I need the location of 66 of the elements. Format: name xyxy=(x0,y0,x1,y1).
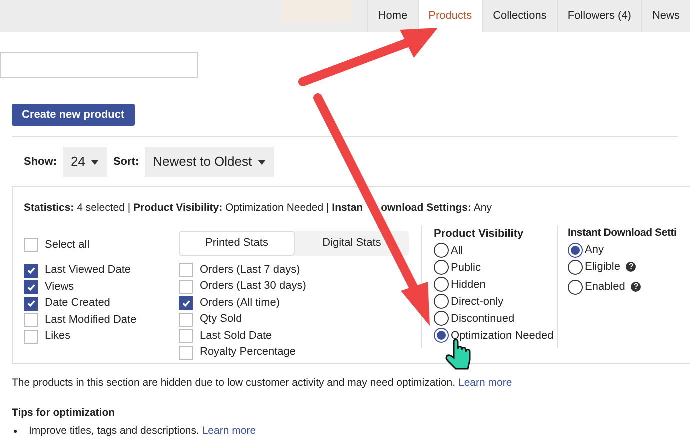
radio-label: Public xyxy=(451,260,481,276)
checkbox-label: Date Created xyxy=(45,296,110,312)
radio-button[interactable] xyxy=(434,243,449,258)
radio-label: Hidden xyxy=(451,278,486,292)
visibility-heading: Product Visibility xyxy=(434,226,525,242)
checkbox-label: Orders (All time) xyxy=(200,296,280,311)
bullet-icon xyxy=(14,430,17,433)
checkbox[interactable] xyxy=(179,329,193,343)
checkbox-label: Likes xyxy=(45,329,71,344)
checkbox-label: Orders (Last 7 days) xyxy=(200,262,300,278)
radio-label: Any xyxy=(585,242,604,258)
checkbox-label: Last Sold Date xyxy=(200,328,272,344)
checkbox-label: Select all xyxy=(45,238,90,253)
checkbox[interactable] xyxy=(24,296,38,310)
filter-summary: Statistics: 4 selected | Product Visibility: Optimization Needed | Instan xyxy=(24,201,364,216)
notice-text: The products in this section are hidden due to low customer activity and may need optimization. Learn more xyxy=(12,376,514,391)
sort-dropdown[interactable]: Newest to Oldest xyxy=(145,147,274,177)
radio-button[interactable] xyxy=(434,294,449,310)
checkbox-label: Qty Sold xyxy=(200,312,242,328)
radio-label: Discontinued xyxy=(451,312,515,326)
tips-heading: Tips for optimization xyxy=(12,406,116,421)
learn-more-link[interactable]: Learn more xyxy=(458,377,512,389)
search-field[interactable] xyxy=(0,52,198,78)
checkbox-label: Last Modified Date xyxy=(45,312,137,328)
radio-button[interactable] xyxy=(434,260,449,276)
instant-download-heading: Instant Download Setti xyxy=(568,226,677,241)
checkbox-label: Royalty Percentage xyxy=(200,345,296,360)
radio-button[interactable] xyxy=(568,260,583,274)
checkbox[interactable] xyxy=(179,312,193,326)
checkbox[interactable] xyxy=(24,238,38,252)
radio-button[interactable] xyxy=(434,311,449,326)
nav-tab[interactable]: Products xyxy=(418,0,482,32)
caret-icon xyxy=(258,160,266,164)
checkbox[interactable] xyxy=(24,264,38,278)
checkbox[interactable] xyxy=(179,280,193,294)
show-dropdown[interactable]: 24 xyxy=(63,147,108,177)
checkbox-label: Views xyxy=(45,280,74,295)
checkbox-label: Last Viewed Date xyxy=(45,263,132,278)
filter-summary: ownload Settings: Any xyxy=(381,201,492,216)
radio-label: Optimization Needed xyxy=(451,328,554,344)
help-icon[interactable]: ? xyxy=(631,282,642,292)
check-icon xyxy=(182,298,190,308)
checkbox[interactable] xyxy=(24,330,38,344)
checkbox-label: Orders (Last 30 days) xyxy=(200,279,306,294)
caret-icon xyxy=(91,160,100,164)
help-icon[interactable]: ? xyxy=(626,262,636,272)
checkbox[interactable] xyxy=(24,313,38,327)
radio-label: All xyxy=(451,244,464,258)
checkbox[interactable] xyxy=(179,263,193,277)
radio-label: Direct-only xyxy=(451,294,504,310)
radio-label: Enabled xyxy=(585,280,626,295)
checkbox[interactable] xyxy=(179,346,193,360)
tip-text: Improve titles, tags and descriptions. Learn more xyxy=(29,424,256,438)
checkbox[interactable] xyxy=(24,280,38,294)
radio-button[interactable] xyxy=(568,242,583,258)
radio-button[interactable] xyxy=(434,277,449,292)
learn-more-link[interactable]: Learn more xyxy=(202,424,256,436)
radio-label: Eligible xyxy=(585,260,620,275)
stats-tab[interactable]: Printed Stats xyxy=(179,230,295,256)
checkbox[interactable] xyxy=(179,296,193,310)
stats-tab[interactable]: Digital Stats xyxy=(295,230,409,256)
radio-button[interactable] xyxy=(568,280,583,294)
sort-label: Sort: xyxy=(113,154,140,170)
radio-button[interactable] xyxy=(434,328,449,344)
create-product-button[interactable]: Create new product xyxy=(12,104,135,126)
show-label: Show: xyxy=(24,154,57,170)
